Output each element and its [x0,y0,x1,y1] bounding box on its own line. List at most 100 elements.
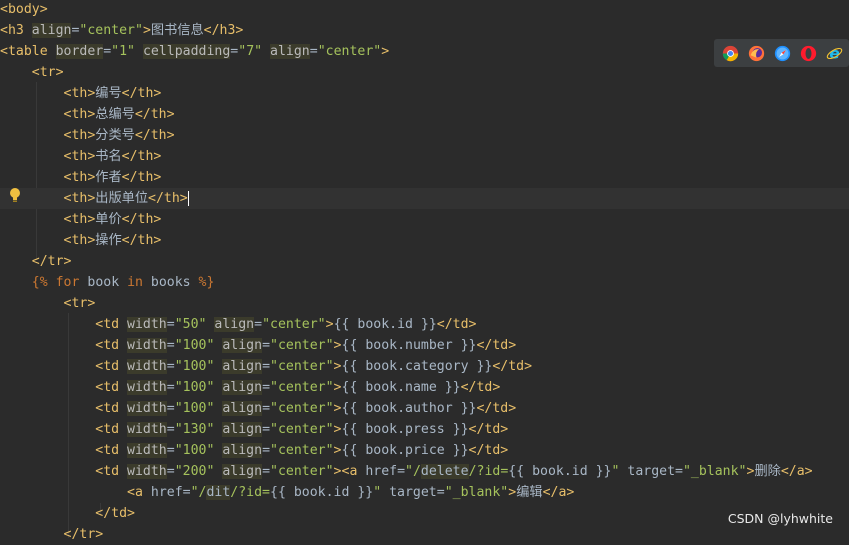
code-token: = [166,401,175,416]
code-token: "center" [270,464,334,479]
code-token: {{ book.id }} [270,485,374,500]
code-line[interactable]: <th>分类号</th> [0,125,175,146]
code-token: = [166,317,175,332]
code-line[interactable]: </td> [0,503,135,524]
code-token: {{ book.price }} [341,443,469,458]
code-token: "_blank" [682,464,747,479]
code-token: {{ book.press }} [341,422,469,437]
code-token: for [55,275,80,290]
code-token: "center" [270,401,334,416]
code-line[interactable]: <th>书名</th> [0,146,162,167]
code-line[interactable]: <td width="100" align="center">{{ book.c… [0,356,532,377]
code-token: href= [365,464,406,479]
code-token: <td [95,317,128,332]
browser-preview-bar: e [714,39,849,67]
svg-text:e: e [829,45,839,62]
code-line[interactable]: {% for book in books %} [0,272,215,293]
code-line[interactable]: <tr> [0,62,64,83]
code-line[interactable]: <th>总编号</th> [0,104,175,125]
code-token: "100" [174,338,215,353]
code-line[interactable]: <a href="/dit/?id={{ book.id }}" target=… [0,482,574,503]
code-token: <th> [63,107,96,122]
code-line[interactable]: <td width="100" align="center">{{ book.p… [0,440,508,461]
code-token: </th> [121,233,162,248]
code-token: > [381,44,390,59]
code-token: align [222,359,263,374]
code-token: > [333,464,342,479]
code-token: > [333,380,342,395]
code-token: "100" [174,401,215,416]
code-token: <th> [63,86,96,101]
code-token: "7" [238,44,263,59]
code-line[interactable]: <td width="50" align="center">{{ book.id… [0,314,476,335]
code-line[interactable]: <th>单价</th> [0,209,162,230]
code-line[interactable]: <th>作者</th> [0,167,162,188]
firefox-icon[interactable] [745,42,767,64]
code-token: width [127,422,167,437]
code-token: </a> [542,485,575,500]
code-line[interactable]: <h3 align="center">图书信息</h3> [0,20,243,41]
chrome-icon[interactable] [719,42,741,64]
code-token: <th> [63,212,96,227]
code-token: > [333,359,342,374]
code-token: "center" [317,44,382,59]
safari-icon[interactable] [771,42,793,64]
code-line[interactable]: <td width="130" align="center">{{ book.p… [0,419,508,440]
code-token: 出版单位 [95,191,149,206]
code-line[interactable]: <tr> [0,293,96,314]
code-line[interactable]: </tr> [0,251,72,272]
code-line[interactable]: <td width="100" align="center">{{ book.a… [0,398,516,419]
code-token: = [166,359,175,374]
code-token: > [142,23,151,38]
code-line[interactable]: <th>出版单位</th> [0,188,849,209]
code-token: book [79,275,128,290]
code-line[interactable]: <body> [0,0,48,20]
code-token: <a [127,485,151,500]
code-token: "/ [405,464,421,479]
code-token: in [127,275,143,290]
code-token: </td> [436,317,477,332]
code-line[interactable]: <td width="100" align="center">{{ book.n… [0,335,516,356]
code-token: width [127,443,167,458]
code-token: > [333,443,342,458]
code-line[interactable]: <td width="200" align="center"><a href="… [0,461,813,482]
code-token: {{ book.number }} [341,338,477,353]
code-line[interactable]: <th>编号</th> [0,83,162,104]
code-token: align [222,443,263,458]
code-token: align [222,422,263,437]
code-token: <th> [63,191,96,206]
code-token: width [127,317,167,332]
code-token: " [373,485,382,500]
code-editor[interactable]: <body> <h3 align="center">图书信息</h3> <table… [0,0,849,542]
code-token: "100" [174,359,215,374]
code-line[interactable]: <th>操作</th> [0,230,162,251]
code-token: </th> [134,107,175,122]
opera-icon[interactable] [797,42,819,64]
code-token: <table [0,44,56,59]
code-token: <tr> [63,296,96,311]
code-token: = [166,464,175,479]
code-token: </a> [780,464,813,479]
code-token: </td> [468,443,509,458]
code-token: = [309,44,318,59]
code-line[interactable]: <table border="1" cellpadding="7" align=… [0,41,389,62]
code-token: align [222,401,263,416]
ie-icon[interactable]: e [823,42,845,64]
code-token: </th> [134,128,175,143]
code-token: dit [206,485,231,500]
code-line[interactable]: </tr> [0,524,104,545]
code-token: = [262,443,271,458]
code-token: = [166,422,175,437]
code-token: = [254,317,263,332]
code-line[interactable]: <td width="100" align="center">{{ book.n… [0,377,500,398]
lightbulb-icon[interactable] [8,187,22,203]
code-token: </th> [148,191,188,206]
